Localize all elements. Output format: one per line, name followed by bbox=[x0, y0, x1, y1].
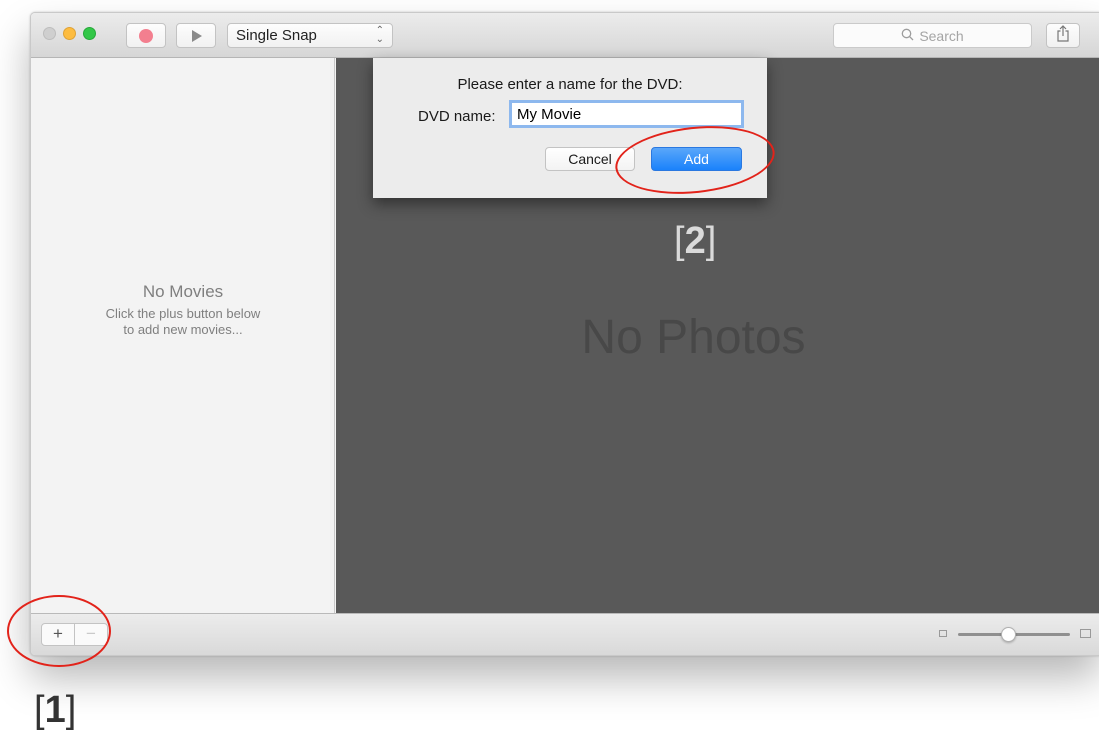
dvd-name-input[interactable] bbox=[509, 100, 744, 128]
close-window-button[interactable] bbox=[43, 27, 56, 40]
no-movies-hint-line1: Click the plus button below bbox=[105, 306, 261, 321]
bottom-toolbar: + − bbox=[31, 613, 1099, 655]
dialog-prompt: Please enter a name for the DVD: bbox=[457, 76, 683, 93]
large-thumbnail-icon bbox=[1080, 629, 1091, 638]
step2-callout: [2] bbox=[674, 220, 717, 262]
search-icon bbox=[901, 28, 914, 44]
record-button[interactable] bbox=[126, 23, 166, 48]
mode-popup[interactable]: Single Snap ⌃ ⌄ bbox=[227, 23, 393, 48]
play-button[interactable] bbox=[176, 23, 216, 48]
annotation-circle-step1 bbox=[7, 595, 111, 667]
play-icon bbox=[192, 29, 202, 42]
small-thumbnail-icon bbox=[939, 630, 947, 637]
zoom-window-button[interactable] bbox=[83, 27, 96, 40]
step1-callout: [1] bbox=[34, 689, 77, 731]
movies-sidebar: No Movies Click the plus button below to… bbox=[31, 58, 335, 613]
search-field[interactable]: Search bbox=[833, 23, 1032, 48]
share-button[interactable] bbox=[1046, 23, 1080, 48]
step1-number: 1 bbox=[44, 689, 66, 731]
dvd-name-label: DVD name: bbox=[418, 108, 496, 125]
mode-popup-value: Single Snap bbox=[236, 27, 317, 44]
record-icon bbox=[139, 28, 153, 43]
no-movies-title: No Movies bbox=[142, 282, 224, 301]
share-icon bbox=[1056, 24, 1070, 47]
up-down-chevron-icon: ⌃ ⌄ bbox=[375, 25, 384, 45]
slider-knob[interactable] bbox=[1000, 627, 1016, 642]
no-movies-hint-line2: to add new movies... bbox=[123, 322, 243, 337]
app-window: Single Snap ⌃ ⌄ Search No Movies Click th… bbox=[30, 12, 1099, 656]
minimize-window-button[interactable] bbox=[63, 27, 76, 40]
search-placeholder: Search bbox=[919, 27, 964, 44]
step2-number: 2 bbox=[684, 220, 706, 262]
title-bar: Single Snap ⌃ ⌄ Search bbox=[31, 13, 1099, 58]
sidebar-empty-state: No Movies Click the plus button below to… bbox=[31, 282, 335, 338]
no-photos-label: No Photos bbox=[581, 311, 806, 364]
